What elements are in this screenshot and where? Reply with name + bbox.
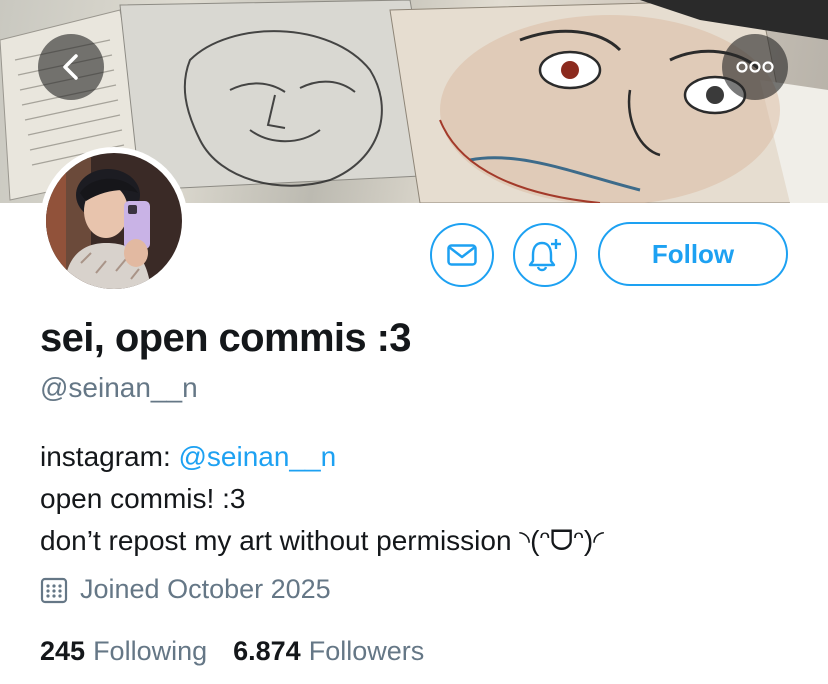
avatar[interactable] <box>40 147 188 295</box>
bio-mention-link[interactable]: @seinan__n <box>179 441 337 472</box>
followers-count: 6.874 <box>233 636 301 666</box>
followers-stat[interactable]: 6.874 Followers <box>233 636 424 667</box>
message-button[interactable] <box>430 223 494 287</box>
following-stat[interactable]: 245 Following <box>40 636 207 667</box>
follow-button[interactable]: Follow <box>598 222 788 286</box>
calendar-icon <box>40 577 68 603</box>
username-handle: @seinan__n <box>40 372 198 403</box>
envelope-icon <box>447 244 477 266</box>
display-name: sei, open commis :3 <box>40 316 412 360</box>
following-count: 245 <box>40 636 86 666</box>
follow-stats: 245 Following 6.874 Followers <box>40 636 424 667</box>
chevron-left-icon <box>63 54 78 80</box>
bio-line-instagram: instagram: @seinan__n <box>40 436 604 478</box>
bell-plus-icon <box>528 239 561 272</box>
bio-line-repost-notice: don’t repost my art without permission ◝… <box>40 525 605 556</box>
joined-date: Joined October 2025 <box>40 574 331 605</box>
back-button[interactable] <box>38 34 104 100</box>
bio-line-commissions: open commis! :3 <box>40 483 246 514</box>
more-options-button[interactable] <box>722 34 788 100</box>
followers-label: Followers <box>308 636 425 666</box>
joined-text: Joined October 2025 <box>80 574 331 604</box>
avatar-image <box>46 153 182 289</box>
following-label: Following <box>93 636 208 666</box>
notifications-button[interactable] <box>513 223 577 287</box>
bio-instagram-label: instagram: <box>40 441 179 472</box>
profile-bio: instagram: @seinan__n open commis! :3 do… <box>40 436 604 562</box>
more-horizontal-icon <box>736 61 774 73</box>
